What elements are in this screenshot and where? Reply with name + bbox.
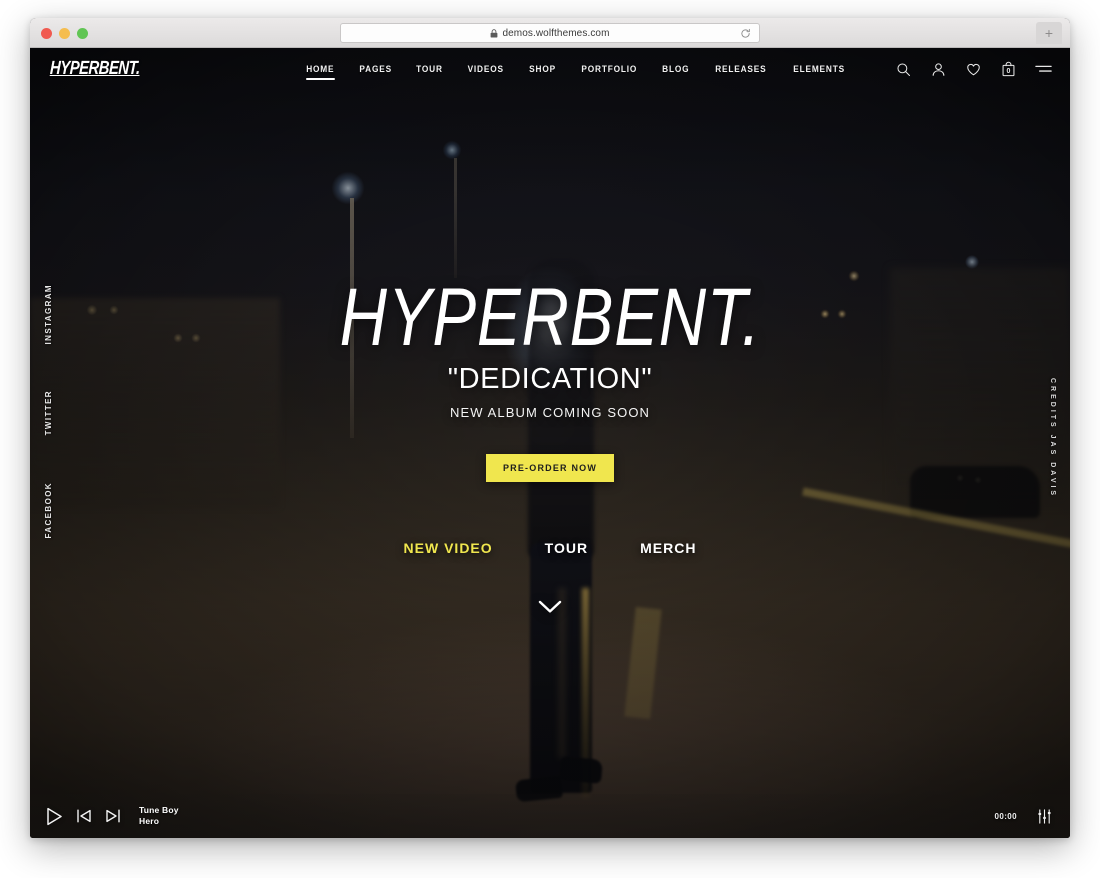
site-logo[interactable]: HYPERBENT. <box>50 58 141 80</box>
quick-link-new-video[interactable]: NEW VIDEO <box>404 540 493 556</box>
account-icon[interactable] <box>930 61 947 78</box>
now-playing-info: Tune Boy Hero <box>139 805 179 828</box>
credits-text: CREDITS JAS DAVIS <box>1049 378 1056 499</box>
search-icon[interactable] <box>895 61 912 78</box>
nav-item-tour[interactable]: TOUR <box>417 64 444 74</box>
main-navigation: HOME PAGES TOUR VIDEOS SHOP PORTFOLIO BL… <box>305 61 1052 80</box>
page-root: demos.wolfthemes.com + HYPERBENT. HOME P… <box>0 0 1100 878</box>
nav-item-portfolio[interactable]: PORTFOLIO <box>581 64 637 74</box>
play-icon[interactable] <box>46 807 63 826</box>
social-link-facebook[interactable]: FACEBOOK <box>44 482 53 539</box>
hamburger-menu-icon[interactable] <box>1035 61 1052 78</box>
lock-icon <box>490 25 498 43</box>
audio-player-bar: Tune Boy Hero 00:00 <box>30 794 1070 838</box>
hero-tagline: NEW ALBUM COMING SOON <box>449 405 651 421</box>
nav-item-pages[interactable]: PAGES <box>359 64 392 74</box>
close-window-button[interactable] <box>41 28 52 39</box>
quick-link-merch[interactable]: MERCH <box>640 540 696 556</box>
window-traffic-lights <box>41 28 88 39</box>
hero-title: HYPERBENT. <box>339 272 761 363</box>
credits-side-label: CREDITS JAS DAVIS <box>1049 378 1056 503</box>
player-controls <box>46 807 121 826</box>
next-track-icon[interactable] <box>105 808 121 824</box>
quick-link-tour[interactable]: TOUR <box>545 540 588 556</box>
new-tab-button[interactable]: + <box>1036 22 1062 44</box>
nav-item-releases[interactable]: RELEASES <box>715 64 766 74</box>
hero-album-title: "DEDICATION" <box>447 363 653 396</box>
nav-item-home[interactable]: HOME <box>306 64 335 80</box>
player-right-group: 00:00 <box>994 808 1052 824</box>
browser-window: demos.wolfthemes.com + HYPERBENT. HOME P… <box>30 18 1070 838</box>
previous-track-icon[interactable] <box>76 808 92 824</box>
track-artist: Tune Boy <box>139 804 179 815</box>
track-title: Hero <box>139 816 160 826</box>
cart-count-badge: 0 <box>1006 67 1011 75</box>
social-link-twitter[interactable]: TWITTER <box>44 390 53 435</box>
address-bar[interactable]: demos.wolfthemes.com <box>340 23 760 43</box>
maximize-window-button[interactable] <box>77 28 88 39</box>
site-header: HYPERBENT. HOME PAGES TOUR VIDEOS SHOP P… <box>30 48 1070 90</box>
wishlist-heart-icon[interactable] <box>965 61 982 78</box>
equalizer-sliders-icon[interactable] <box>1037 808 1052 824</box>
player-time: 00:00 <box>994 811 1017 821</box>
nav-item-elements[interactable]: ELEMENTS <box>793 64 845 74</box>
site-viewport: HYPERBENT. HOME PAGES TOUR VIDEOS SHOP P… <box>30 48 1070 838</box>
social-link-instagram[interactable]: INSTAGRAM <box>44 284 53 344</box>
nav-item-videos[interactable]: VIDEOS <box>468 64 504 74</box>
nav-item-shop[interactable]: SHOP <box>529 64 556 74</box>
url-text: demos.wolfthemes.com <box>502 27 610 39</box>
browser-chrome: demos.wolfthemes.com + <box>30 18 1070 48</box>
nav-item-blog[interactable]: BLOG <box>663 64 690 74</box>
cart-bag-icon[interactable]: 0 <box>1000 61 1017 78</box>
reload-icon[interactable] <box>740 28 751 41</box>
social-side-nav: INSTAGRAM TWITTER FACEBOOK <box>44 284 53 538</box>
header-icon-group: 0 <box>895 61 1052 78</box>
hero-section: HYPERBENT. "DEDICATION" NEW ALBUM COMING… <box>30 48 1070 838</box>
chevron-down-icon[interactable] <box>538 600 562 614</box>
hero-quick-links: NEW VIDEO TOUR MERCH <box>404 540 697 556</box>
minimize-window-button[interactable] <box>59 28 70 39</box>
pre-order-button[interactable]: PRE-ORDER NOW <box>486 454 614 483</box>
